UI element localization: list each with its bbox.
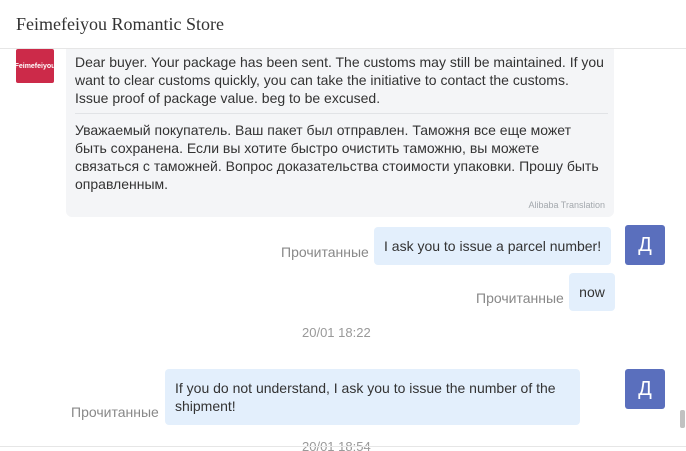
message-timestamp: 20/01 18:54 [302, 439, 371, 451]
user-avatar[interactable]: Д [625, 369, 665, 409]
incoming-message-text: Dear buyer. Your package has been sent. … [75, 54, 604, 106]
outgoing-message-bubble: now [569, 273, 615, 311]
read-status: Прочитанные [476, 290, 564, 306]
input-area-divider [0, 446, 686, 447]
outgoing-message-bubble: I ask you to issue a parcel number! [374, 227, 612, 265]
scrollbar-thumb[interactable] [680, 410, 685, 428]
translation-divider [75, 113, 608, 114]
message-timestamp: 20/01 18:22 [302, 325, 371, 340]
translated-message-text: Уважаемый покупатель. Ваш пакет был отпр… [75, 122, 599, 192]
incoming-message-bubble: Dear buyer. Your package has been sent. … [66, 49, 614, 217]
user-avatar[interactable]: Д [625, 225, 665, 265]
store-title[interactable]: Feimefeiyou Romantic Store [16, 14, 224, 35]
read-status: Прочитанные [71, 404, 159, 420]
store-avatar[interactable]: Feimefeiyou [15, 49, 55, 83]
chat-header: Feimefeiyou Romantic Store [0, 0, 686, 49]
read-status: Прочитанные [281, 244, 369, 260]
outgoing-message-bubble: If you do not understand, I ask you to i… [165, 369, 580, 425]
translation-source-label: Alibaba Translation [528, 200, 605, 210]
message-list[interactable]: Feimefeiyou Dear buyer. Your package has… [0, 49, 686, 451]
